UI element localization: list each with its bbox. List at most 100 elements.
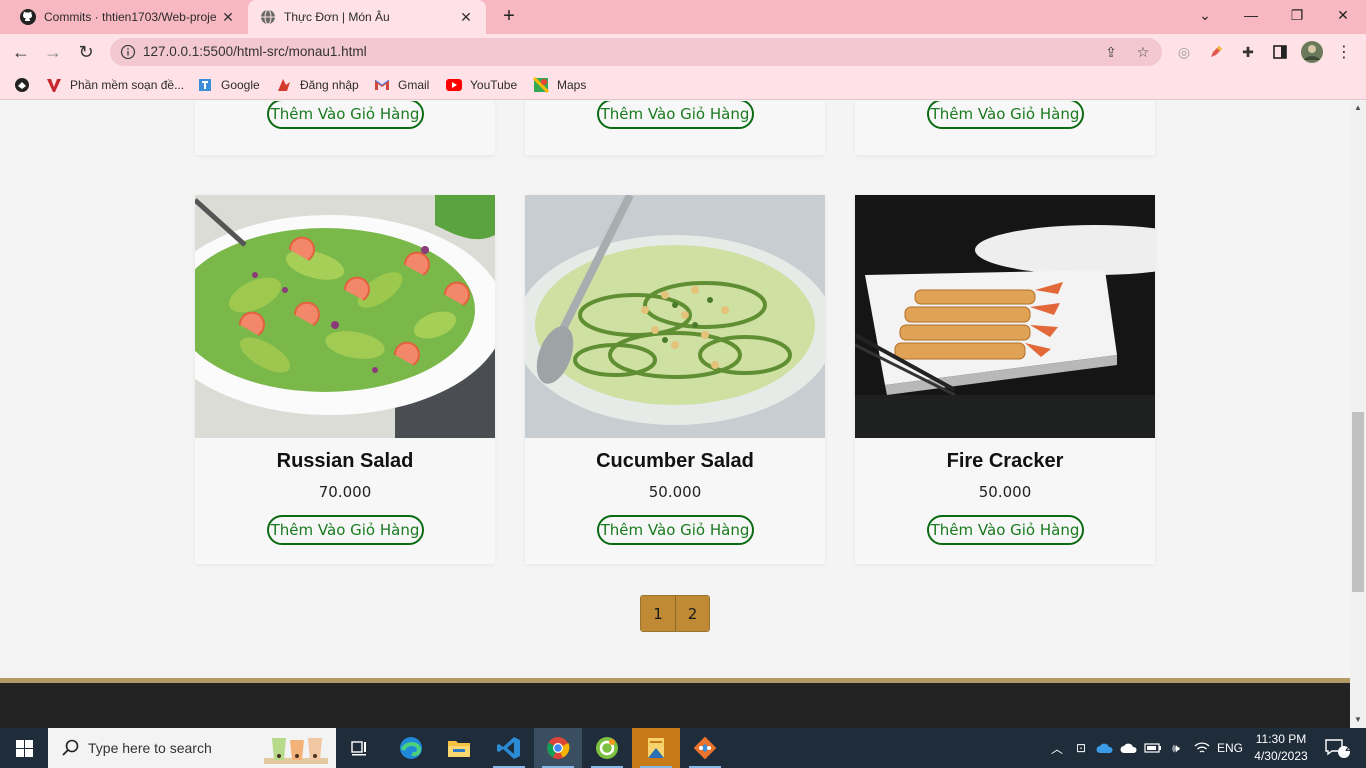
new-tab-button[interactable]: + [498,6,520,28]
scroll-up-icon[interactable]: ▲ [1350,101,1366,115]
info-icon[interactable] [120,44,136,60]
v-logo-icon [46,77,62,93]
browser-tab-strip: Commits · thtien1703/Web-proje ✕ Thực Đơ… [0,0,1366,34]
scroll-thumb[interactable] [1352,412,1364,592]
notification-center-icon[interactable]: 2 [1320,728,1354,768]
onedrive-icon[interactable] [1095,728,1115,768]
notification-count: 2 [1345,743,1351,754]
bookmark-google[interactable]: Google [197,76,260,94]
add-to-cart-button[interactable]: Thêm Vào Giỏ Hàng [266,515,424,545]
scroll-down-icon[interactable]: ▼ [1350,713,1366,727]
meet-now-icon[interactable]: ⊡ [1072,728,1090,768]
bookmark-dang-nhap[interactable]: Đăng nhập [276,76,359,94]
windows-start-button[interactable] [0,728,48,768]
bookmark-label: Google [221,78,260,92]
compass-extension-icon[interactable]: ◎ [1173,41,1195,63]
input-language[interactable]: ENG [1216,728,1244,768]
page-viewport: Thêm Vào Giỏ Hàng Thêm Vào Giỏ Hàng Thêm… [0,101,1350,728]
chrome-icon[interactable] [534,728,582,768]
wifi-icon[interactable] [1192,728,1212,768]
product-name: Fire Cracker [946,450,1064,472]
add-to-cart-button[interactable]: Thêm Vào Giỏ Hàng [926,515,1084,545]
vscode-icon[interactable] [485,728,533,768]
bookmark-phan-mem[interactable]: Phần mềm soạn đề... [46,76,184,94]
bookmark-label: Phần mềm soạn đề... [70,78,185,92]
browser-toolbar: ← → ↻ 127.0.0.1:5500/html-src/monau1.htm… [0,34,1366,70]
file-explorer-icon[interactable] [435,728,483,768]
tab-commits[interactable]: Commits · thtien1703/Web-proje ✕ [8,0,248,34]
cloud-icon[interactable] [1119,728,1139,768]
git-icon[interactable] [681,728,729,768]
product-image-russian-salad[interactable] [195,195,495,438]
clock-time: 11:30 PM [1255,732,1307,746]
bookmark-youtube[interactable]: YouTube [446,76,517,94]
extensions-puzzle-icon[interactable]: ✚ [1237,41,1259,63]
menu-kebab-icon[interactable]: ⋮ [1333,41,1355,63]
google-icon [197,77,213,93]
add-to-cart-button[interactable]: Thêm Vào Giỏ Hàng [596,101,754,129]
close-icon[interactable]: ✕ [218,9,238,26]
gmail-icon [374,77,390,93]
system-clock[interactable]: 11:30 PM 4/30/2023 [1248,731,1314,765]
url-text: 127.0.0.1:5500/html-src/monau1.html [143,44,367,59]
close-icon[interactable]: ✕ [456,9,476,26]
add-to-cart-button[interactable]: Thêm Vào Giỏ Hàng [266,101,424,129]
volume-icon[interactable]: 🕪 [1166,728,1186,768]
youtube-icon [446,77,462,93]
task-view-icon[interactable] [336,728,384,768]
page-footer [0,683,1350,728]
pen-extension-icon[interactable] [1205,41,1227,63]
tab-search-chevron-icon[interactable]: ⌄ [1182,0,1228,30]
address-bar[interactable]: 127.0.0.1:5500/html-src/monau1.html ⇪ ☆ [110,38,1162,66]
product-price: 50.000 [648,483,702,501]
pagination: 1 2 [640,595,710,632]
bookmark-gmail[interactable]: Gmail [374,76,429,94]
back-button[interactable]: ← [8,40,34,64]
product-card: Thêm Vào Giỏ Hàng [855,101,1155,155]
side-panel-icon[interactable] [1269,41,1291,63]
forward-button[interactable]: → [40,40,66,64]
coccoc-icon[interactable] [583,728,631,768]
product-card: Thêm Vào Giỏ Hàng [195,101,495,155]
minimize-button[interactable]: — [1228,0,1274,30]
product-image-fire-cracker[interactable] [855,195,1155,438]
tab-thuc-don[interactable]: Thực Đơn | Món Âu ✕ [248,0,486,34]
windows-logo-icon [15,739,33,757]
globe-icon [261,9,275,25]
product-card: Cucumber Salad 50.000 Thêm Vào Giỏ Hàng [525,195,825,564]
tab-title: Thực Đơn | Món Âu [284,10,390,24]
bookmark-maps[interactable]: Maps [533,76,586,94]
page-2-button[interactable]: 2 [675,596,709,631]
profile-avatar-icon[interactable] [1301,41,1323,63]
maps-icon [533,77,549,93]
tab-title: Commits · thtien1703/Web-proje [44,10,217,24]
restore-button[interactable]: ❐ [1274,0,1320,30]
bookmarks-bar: Phần mềm soạn đề... Google Đăng nhập Gma… [0,70,1366,100]
app-orange-icon[interactable] [632,728,680,768]
window-close-button[interactable]: ✕ [1320,0,1366,30]
product-card: Fire Cracker 50.000 Thêm Vào Giỏ Hàng [855,195,1155,564]
product-price: 50.000 [978,483,1032,501]
battery-icon[interactable] [1143,728,1163,768]
bookmark-star-icon[interactable]: ☆ [1134,43,1152,61]
bookmark-label: YouTube [470,78,518,92]
windows-taskbar: Type here to search ︿ ⊡ 🕪 ENG 11:30 PM 4… [0,728,1366,768]
add-to-cart-button[interactable]: Thêm Vào Giỏ Hàng [926,101,1084,129]
bookmark-label: Đăng nhập [300,78,359,92]
product-price: 70.000 [318,483,372,501]
taskbar-search[interactable]: Type here to search [48,728,336,768]
product-card: Russian Salad 70.000 Thêm Vào Giỏ Hàng [195,195,495,564]
edge-icon[interactable] [387,728,435,768]
bookmark-site[interactable] [14,76,38,94]
tray-chevron-up-icon[interactable]: ︿ [1048,728,1066,768]
add-to-cart-button[interactable]: Thêm Vào Giỏ Hàng [596,515,754,545]
share-icon[interactable]: ⇪ [1102,43,1120,61]
bookmark-label: Maps [557,78,587,92]
product-name: Russian Salad [276,450,414,472]
product-image-cucumber-salad[interactable] [525,195,825,438]
page-scrollbar[interactable]: ▲ ▼ [1350,101,1366,728]
product-card: Thêm Vào Giỏ Hàng [525,101,825,155]
page-1-button[interactable]: 1 [641,596,675,631]
site-icon [14,77,30,93]
reload-button[interactable]: ↻ [73,40,99,64]
